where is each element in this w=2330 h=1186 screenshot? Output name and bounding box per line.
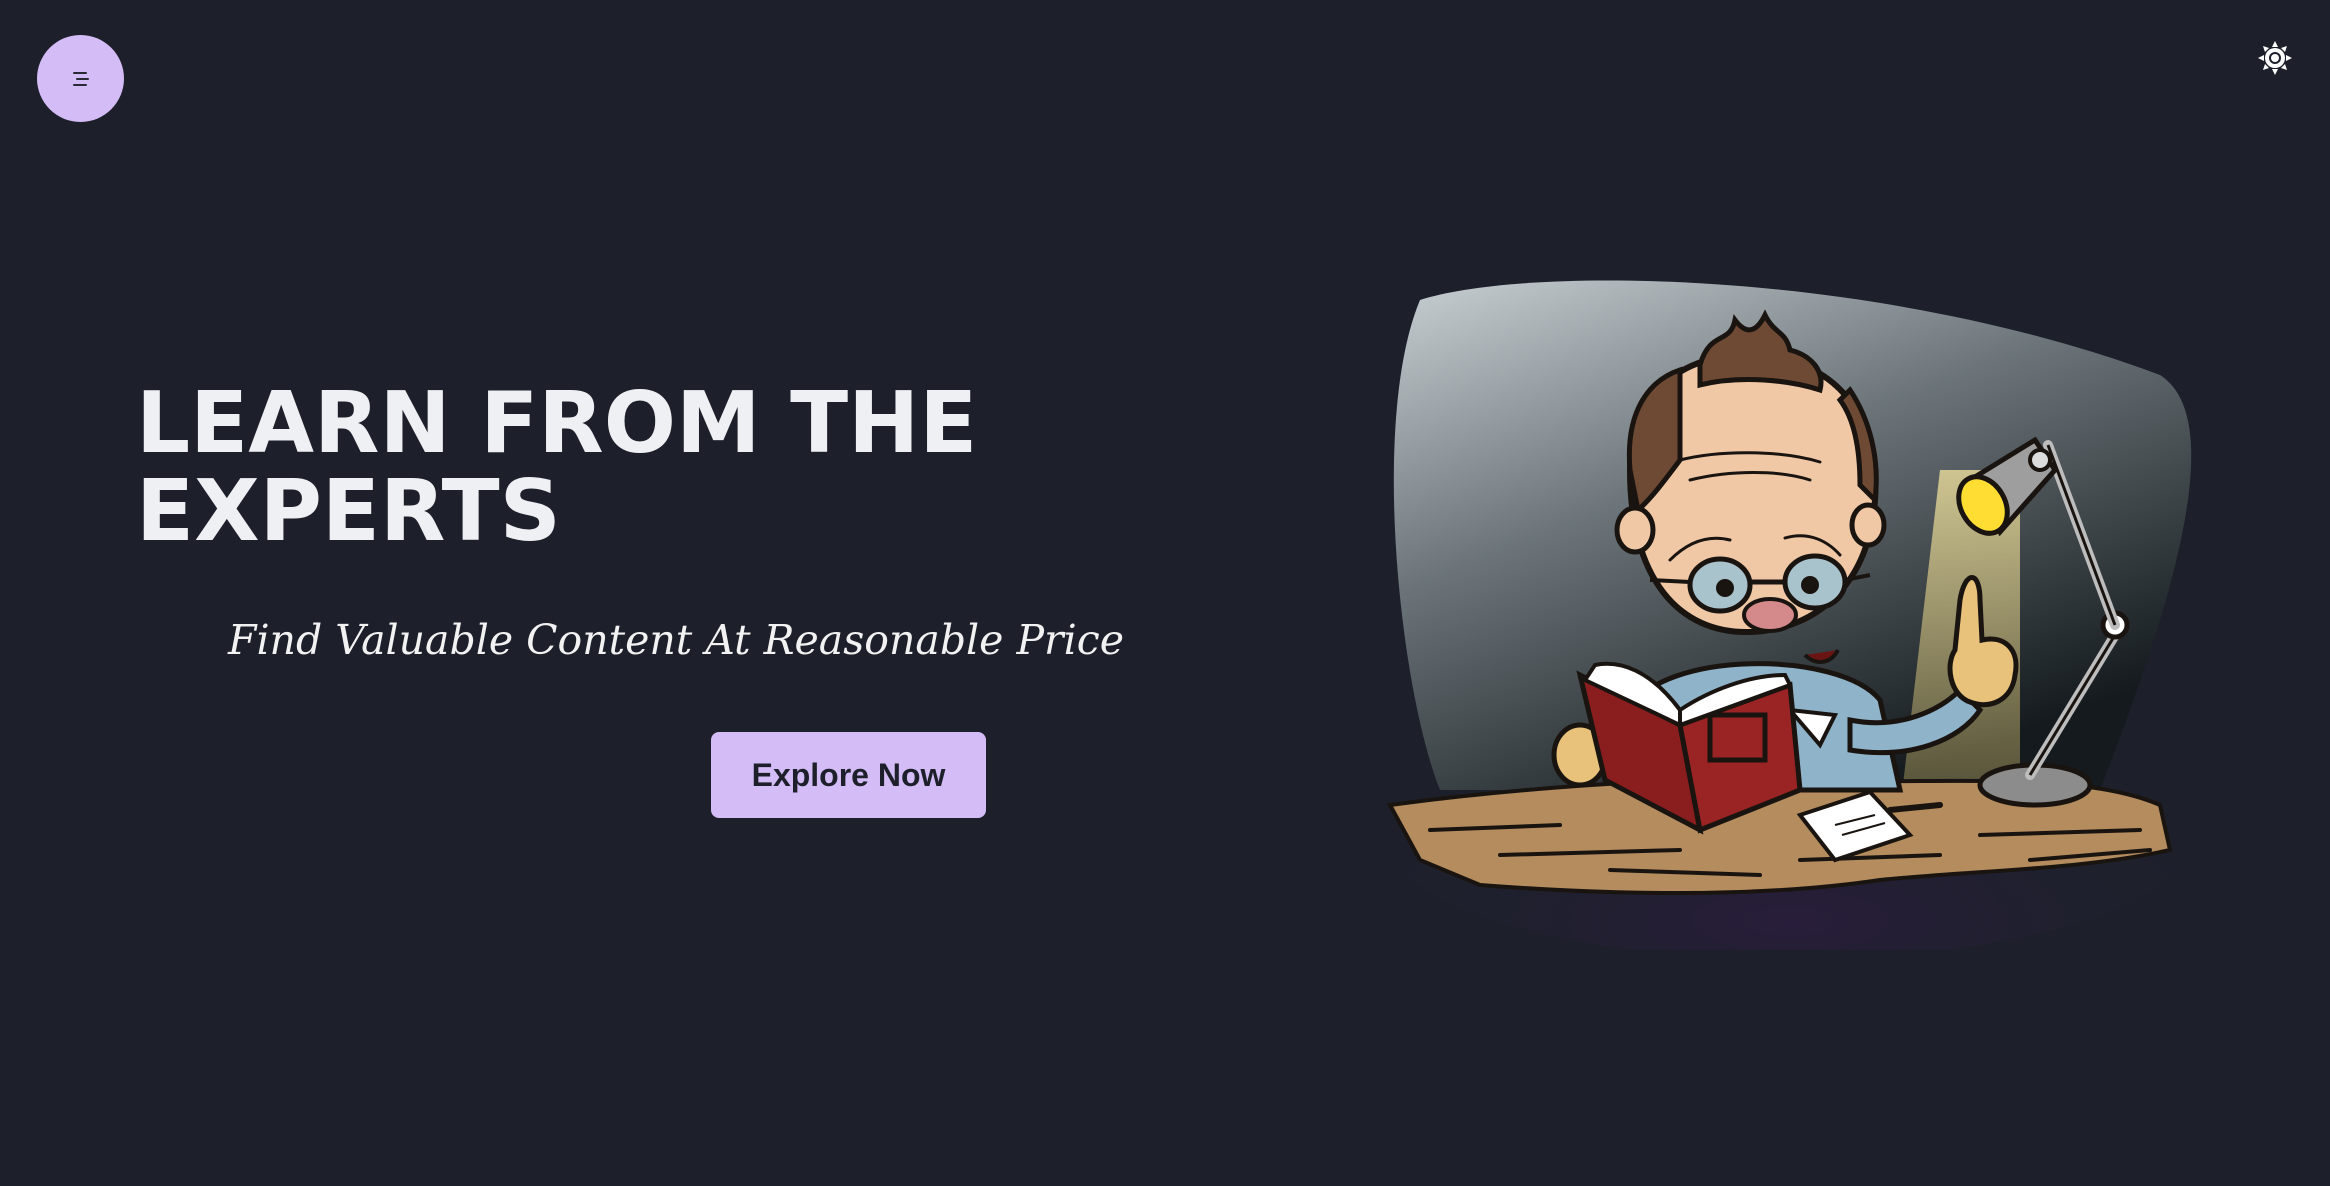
hero-title: LEARN FROM THE EXPERTS <box>136 380 1036 556</box>
theme-toggle-button[interactable] <box>2257 40 2293 76</box>
sun-icon <box>2258 41 2292 75</box>
menu-button[interactable] <box>37 35 124 122</box>
hero-tagline: Find Valuable Content At Reasonable Pric… <box>228 616 1124 664</box>
hero-title-line-1: LEARN FROM THE <box>136 374 978 473</box>
explore-now-button[interactable]: Explore Now <box>711 732 986 818</box>
menu-lines-icon <box>72 71 89 86</box>
reader-illustration <box>1380 280 2200 950</box>
hero-title-line-2: EXPERTS <box>136 462 561 561</box>
page: LEARN FROM THE EXPERTS Find Valuable Con… <box>0 0 2330 1186</box>
